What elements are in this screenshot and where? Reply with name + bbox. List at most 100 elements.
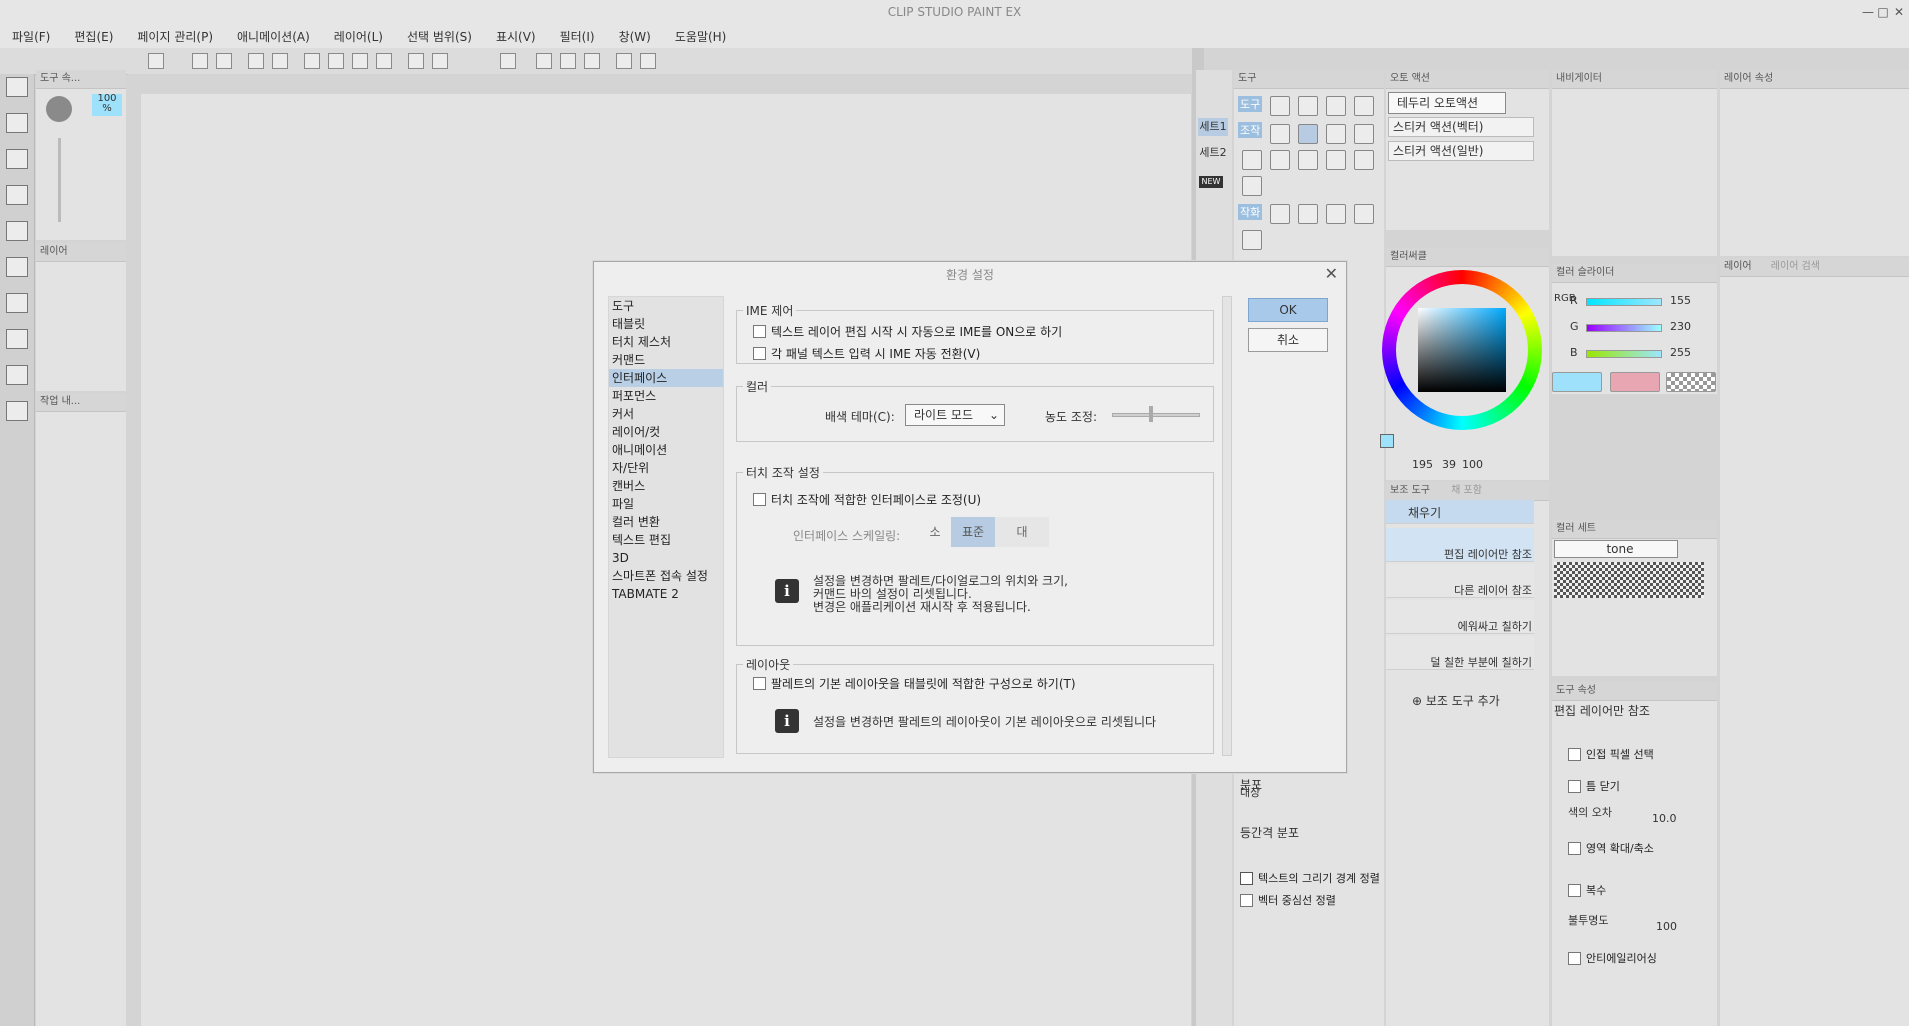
theme-dropdown[interactable]: 라이트 모드 ⌄ [905, 404, 1005, 426]
airbrush-icon[interactable] [1354, 204, 1374, 224]
category-item[interactable]: 파일 [609, 495, 723, 513]
grid-icon[interactable] [432, 53, 448, 69]
scale-small-option[interactable]: 소 [919, 517, 951, 547]
multi-checkbox[interactable] [1568, 883, 1581, 897]
menu-window[interactable]: 창(W) [607, 28, 663, 45]
expand-option[interactable]: 영역 확대/축소 [1568, 840, 1654, 856]
category-item[interactable]: 커서 [609, 405, 723, 423]
expand-checkbox[interactable] [1568, 841, 1581, 855]
add-subtool-button[interactable]: ⊕ 보조 도구 추가 [1412, 692, 1500, 709]
opacity-value[interactable]: 100 [1656, 920, 1677, 933]
crop-icon[interactable] [408, 53, 424, 69]
subtool-item[interactable]: 채우기 [1386, 500, 1534, 524]
menu-help[interactable]: 도움말(H) [663, 28, 739, 45]
density-slider-handle[interactable] [1149, 406, 1153, 422]
color-set-dropdown[interactable]: tone [1554, 540, 1678, 558]
frame-tool-icon[interactable] [1242, 176, 1262, 196]
history-icon[interactable] [6, 293, 28, 313]
layout-option-checkbox[interactable] [753, 677, 766, 690]
brush-size-value[interactable]: 100 % [92, 94, 122, 116]
category-item[interactable]: 레이어/컷 [609, 423, 723, 441]
zoom-icon[interactable] [1298, 150, 1318, 170]
check-icon[interactable] [616, 53, 632, 69]
layer-search-tab[interactable]: 레이어 검색 [1771, 261, 1820, 272]
palette-icon[interactable] [6, 257, 28, 277]
category-item[interactable]: 스마트폰 접속 설정 [609, 567, 723, 585]
menu-layer[interactable]: 레이어(L) [322, 28, 395, 45]
subtool-item[interactable]: 덜 칠한 부분에 칠하기 [1386, 636, 1534, 670]
close-panel-icon[interactable] [6, 221, 28, 241]
layer-list-icon[interactable] [6, 77, 28, 97]
multi-option[interactable]: 복수 [1568, 882, 1606, 898]
touch-option-checkbox[interactable] [753, 493, 766, 506]
blend-icon[interactable] [1242, 230, 1262, 250]
scale-large-option[interactable]: 대 [995, 517, 1049, 547]
layout-option[interactable]: 팔레트의 기본 레이아웃을 태블릿에 적합한 구성으로 하기(T) [753, 675, 1076, 692]
ruler-icon[interactable] [500, 53, 516, 69]
category-item[interactable]: 도구 [609, 297, 723, 315]
favorite-icon[interactable] [6, 113, 28, 133]
redo-icon[interactable] [272, 53, 288, 69]
vector-center-option[interactable]: 벡터 중심선 정렬 [1240, 892, 1336, 908]
polyline-icon[interactable] [584, 53, 600, 69]
operate-icon[interactable] [1354, 150, 1374, 170]
category-item-selected[interactable]: 인터페이스 [609, 369, 723, 387]
brush-icon[interactable] [1326, 204, 1346, 224]
line-icon[interactable] [536, 53, 552, 69]
lasso-icon[interactable] [1298, 96, 1318, 116]
eyes-icon[interactable] [1298, 204, 1318, 224]
close-window-button[interactable]: ✕ [1889, 0, 1909, 24]
new-file-icon[interactable] [192, 53, 208, 69]
select-icon[interactable] [376, 53, 392, 69]
cancel-button[interactable]: 취소 [1248, 328, 1328, 352]
menu-filter[interactable]: 필터(I) [548, 28, 607, 45]
subtool-item[interactable]: 에워싸고 칠하기 [1386, 600, 1534, 634]
dialog-close-icon[interactable]: ✕ [1325, 264, 1338, 283]
close-gap-option[interactable]: 틈 닫기 [1568, 778, 1620, 794]
auto-action-set-dropdown[interactable]: 테두리 오토액션 [1388, 92, 1506, 114]
undo-icon[interactable] [248, 53, 264, 69]
adjacent-pixel-checkbox[interactable] [1568, 747, 1581, 761]
rotate-icon[interactable] [1326, 150, 1346, 170]
category-item[interactable]: 퍼포먼스 [609, 387, 723, 405]
auto-action-item[interactable]: 스티커 액션(일반) [1388, 141, 1534, 161]
category-item[interactable]: 터치 제스처 [609, 333, 723, 351]
adjacent-pixel-option[interactable]: 인접 픽셀 선택 [1568, 746, 1654, 762]
category-item[interactable]: 텍스트 편집 [609, 531, 723, 549]
layer-tab[interactable]: 레이어 [1724, 261, 1752, 272]
move-icon[interactable] [1270, 124, 1290, 144]
pen-icon[interactable] [1270, 150, 1290, 170]
subtool-tab-2[interactable]: 채 포함 [1451, 485, 1482, 496]
ime-option-2-checkbox[interactable] [753, 347, 766, 360]
menu-page[interactable]: 페이지 관리(P) [125, 28, 225, 45]
transform-icon[interactable] [352, 53, 368, 69]
ime-option-2[interactable]: 각 패널 텍스트 입력 시 IME 자동 전환(V) [753, 345, 980, 362]
ruler-tool-icon[interactable] [1242, 150, 1262, 170]
g-slider[interactable] [1586, 324, 1662, 332]
mode-rgb[interactable]: RGB [1554, 294, 1576, 304]
camera-icon[interactable] [6, 185, 28, 205]
saturation-value-square[interactable] [1418, 308, 1506, 392]
eyedropper-icon[interactable] [1354, 124, 1374, 144]
gradient-icon[interactable] [1354, 96, 1374, 116]
sub-color-swatch[interactable] [1610, 372, 1660, 392]
marquee-icon[interactable] [1270, 96, 1290, 116]
vector-center-checkbox[interactable] [1240, 893, 1253, 907]
color-set-grid[interactable] [1554, 562, 1704, 598]
category-item[interactable]: 자/단위 [609, 459, 723, 477]
menu-view[interactable]: 표시(V) [484, 28, 548, 45]
category-item[interactable]: 컬러 변환 [609, 513, 723, 531]
menu-animation[interactable]: 애니메이션(A) [225, 28, 322, 45]
antialias-checkbox[interactable] [1568, 951, 1581, 965]
frame-icon[interactable] [640, 53, 656, 69]
auto-action-item[interactable]: 스티커 액션(벡터) [1388, 117, 1534, 137]
menu-selection[interactable]: 선택 범위(S) [395, 28, 484, 45]
b-slider[interactable] [1586, 350, 1662, 358]
tolerance-value[interactable]: 10.0 [1652, 812, 1677, 825]
scale-standard-option[interactable]: 표준 [951, 517, 995, 547]
menu-edit[interactable]: 편집(E) [62, 28, 125, 45]
fill-icon[interactable] [328, 53, 344, 69]
category-item[interactable]: 태블릿 [609, 315, 723, 333]
tab-set1[interactable]: 세트1 [1198, 118, 1228, 136]
category-item[interactable]: 애니메이션 [609, 441, 723, 459]
